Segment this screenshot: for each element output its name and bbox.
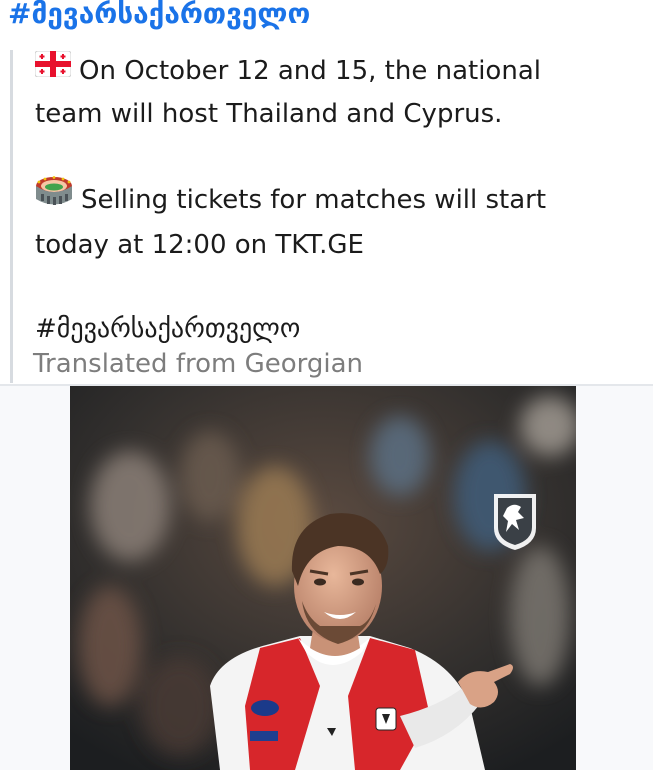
hashtag-link[interactable]: #მევარსაქართველო <box>8 0 310 34</box>
media-image[interactable] <box>70 386 576 770</box>
georgia-flag-icon <box>34 48 72 90</box>
post-line: team will host Thailand and Cyprus. <box>35 98 503 129</box>
post-line: today at 12:00 on TKT.GE <box>35 229 364 260</box>
post-line: Selling tickets for matches will start <box>35 174 635 224</box>
translated-label[interactable]: Translated from Georgian <box>33 344 363 384</box>
football-player-photo <box>70 386 576 770</box>
post-text: On October 12 and 15, the national team … <box>34 48 635 350</box>
post-line: On October 12 and 15, the national <box>34 48 635 93</box>
stadium-icon <box>35 174 73 221</box>
post-body: On October 12 and 15, the national team … <box>10 50 650 383</box>
georgian-football-federation-crest-icon <box>494 494 536 550</box>
